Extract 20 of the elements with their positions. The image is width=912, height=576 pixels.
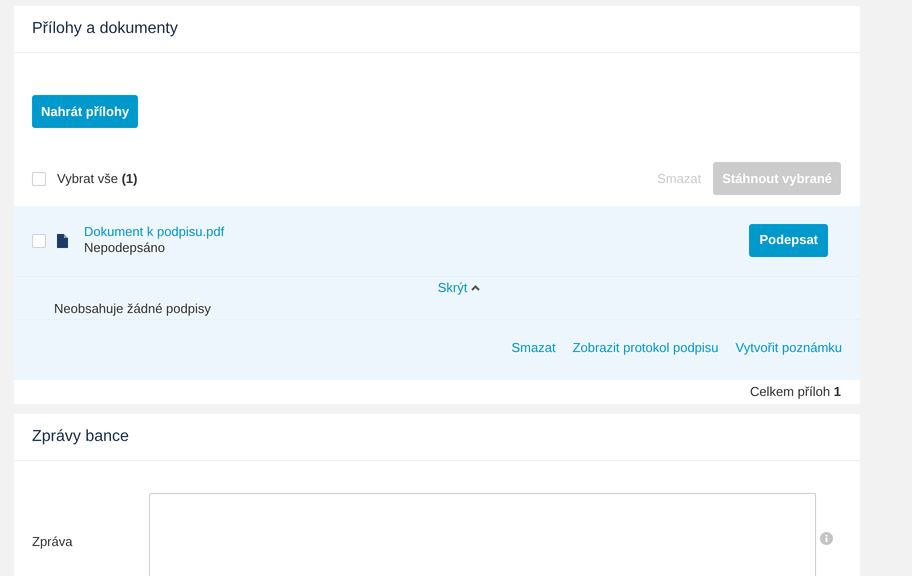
signature-info: Neobsahuje žádné podpisy — [54, 300, 211, 318]
file-name-link[interactable]: Dokument k podpisu.pdf — [84, 224, 224, 240]
chevron-up-icon — [471, 285, 480, 291]
document-icon — [57, 234, 68, 248]
file-status: Nepodepsáno — [84, 240, 166, 256]
field-label: Zpráva — [32, 533, 74, 551]
action-link[interactable]: Smazat — [511, 338, 556, 358]
info-icon — [820, 532, 833, 545]
action-link[interactable]: Vytvořit poznámku — [736, 338, 842, 358]
message-field[interactable] — [149, 493, 816, 576]
upload-button[interactable]: Nahrát přílohy — [32, 95, 138, 128]
checkbox[interactable] — [32, 234, 46, 248]
hide-toggle[interactable]: Skrýt — [438, 277, 480, 299]
section-title: Zprávy bance — [32, 427, 129, 447]
checkbox[interactable] — [32, 172, 46, 186]
select-all-label[interactable]: Vybrat vše (1) — [57, 168, 138, 188]
section-title: Přílohy a dokumenty — [32, 19, 178, 39]
sign-button[interactable]: Podepsat — [749, 224, 828, 256]
action-link[interactable]: Zobrazit protokol podpisu — [572, 338, 719, 358]
attachments-total: Celkem příloh 1 — [750, 383, 841, 402]
